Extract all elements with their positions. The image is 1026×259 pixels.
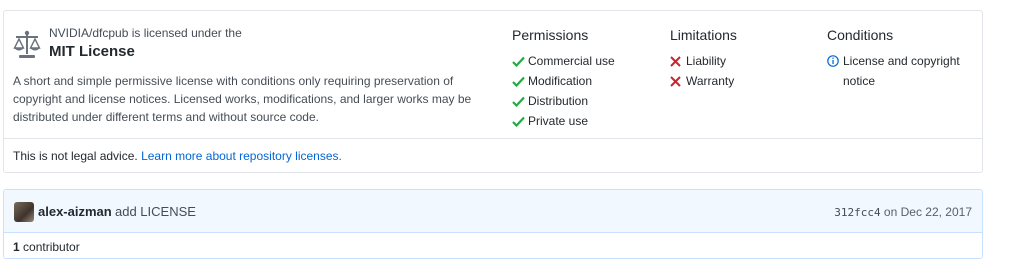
commit-message-link[interactable]: add LICENSE: [115, 204, 196, 219]
learn-more-licenses-link[interactable]: Learn more about repository licenses.: [141, 149, 342, 163]
commit-date: on Dec 22, 2017: [883, 205, 972, 219]
x-icon: [670, 51, 684, 71]
commit-meta: 312fcc4 on Dec 22, 2017: [834, 205, 972, 219]
info-icon: [827, 51, 841, 71]
latest-commit-box: alex-aizman add LICENSE 312fcc4 on Dec 2…: [3, 189, 983, 259]
conditions-list: License and copyright notice: [827, 51, 977, 91]
limitation-item: Warranty: [670, 71, 830, 91]
limitations-column: Limitations Liability Warranty: [670, 27, 830, 91]
permission-item: Commercial use: [512, 51, 672, 71]
avatar[interactable]: [14, 202, 34, 222]
permission-item: Private use: [512, 111, 672, 131]
permissions-list: Commercial use Modification Distribution…: [512, 51, 672, 131]
law-scale-icon: [13, 30, 41, 58]
condition-label: License and copyright notice: [843, 54, 960, 88]
contributor-label: contributor: [23, 240, 80, 254]
contributors-line[interactable]: 1 contributor: [4, 233, 982, 258]
permission-label: Private use: [528, 114, 589, 128]
permission-label: Commercial use: [528, 54, 615, 68]
permissions-title: Permissions: [512, 27, 589, 43]
permission-item: Modification: [512, 71, 672, 91]
commit-author-link[interactable]: alex-aizman: [38, 204, 112, 219]
legal-advice-note: This is not legal advice.: [13, 149, 138, 163]
license-summary-box: NVIDIA/dfcpub is licensed under the MIT …: [3, 10, 983, 173]
permission-item: Distribution: [512, 91, 672, 111]
permission-label: Distribution: [528, 94, 589, 108]
commit-bar: alex-aizman add LICENSE 312fcc4 on Dec 2…: [4, 190, 982, 233]
check-icon: [512, 111, 526, 131]
limitation-label: Liability: [686, 54, 727, 68]
license-description: A short and simple permissive license wi…: [13, 74, 472, 124]
contributor-count: 1: [13, 240, 20, 254]
limitation-item: Liability: [670, 51, 830, 71]
license-summary: NVIDIA/dfcpub is licensed under the MIT …: [4, 11, 982, 138]
x-icon: [670, 71, 684, 91]
license-footer: This is not legal advice. Learn more abo…: [4, 138, 982, 173]
condition-item: License and copyright notice: [827, 51, 977, 91]
license-name: MIT License: [49, 43, 135, 60]
conditions-column: Conditions License and copyright notice: [827, 27, 977, 91]
limitation-label: Warranty: [686, 74, 735, 88]
permission-label: Modification: [528, 74, 593, 88]
check-icon: [512, 91, 526, 111]
check-icon: [512, 71, 526, 91]
commit-sha-link[interactable]: 312fcc4: [834, 206, 880, 219]
limitations-title: Limitations: [670, 27, 737, 43]
permissions-column: Permissions Commercial use Modification …: [512, 27, 672, 131]
license-subtitle: NVIDIA/dfcpub is licensed under the: [49, 26, 242, 40]
check-icon: [512, 51, 526, 71]
conditions-title: Conditions: [827, 27, 894, 43]
limitations-list: Liability Warranty: [670, 51, 830, 91]
